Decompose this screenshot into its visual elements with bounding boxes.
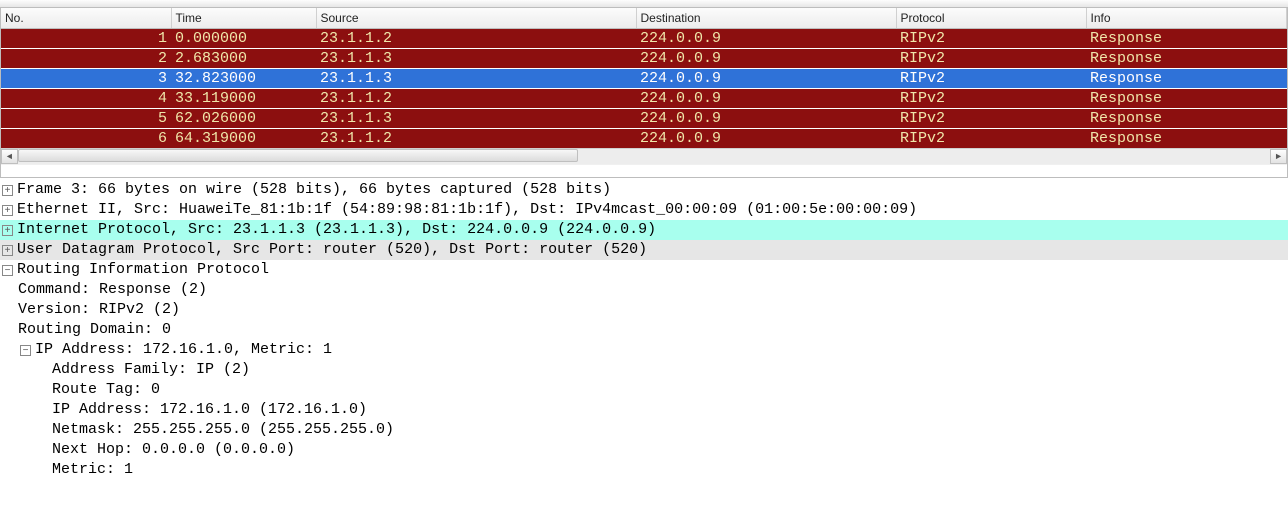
packet-protocol: RIPv2 <box>896 68 1086 88</box>
col-header-source[interactable]: Source <box>316 8 636 28</box>
rip-afi-label: Address Family: IP (2) <box>52 360 250 380</box>
packet-info: Response <box>1086 48 1287 68</box>
tree-frame[interactable]: + Frame 3: 66 bytes on wire (528 bits), … <box>0 180 1288 200</box>
packet-details-pane: + Frame 3: 66 bytes on wire (528 bits), … <box>0 178 1288 480</box>
packet-destination: 224.0.0.9 <box>636 128 896 148</box>
scroll-right-button[interactable]: ► <box>1270 149 1287 164</box>
packet-time: 64.319000 <box>171 128 316 148</box>
packet-destination: 224.0.0.9 <box>636 28 896 48</box>
rip-ip-address-label: IP Address: 172.16.1.0 (172.16.1.0) <box>52 400 367 420</box>
packet-info: Response <box>1086 128 1287 148</box>
packet-protocol: RIPv2 <box>896 108 1086 128</box>
col-header-info[interactable]: Info <box>1086 8 1287 28</box>
rip-netmask[interactable]: Netmask: 255.255.255.0 (255.255.255.0) <box>0 420 1288 440</box>
scroll-thumb[interactable] <box>18 149 578 162</box>
packet-time: 33.119000 <box>171 88 316 108</box>
packet-info: Response <box>1086 108 1287 128</box>
packet-protocol: RIPv2 <box>896 28 1086 48</box>
packet-source: 23.1.1.3 <box>316 48 636 68</box>
packet-destination: 224.0.0.9 <box>636 48 896 68</box>
rip-route-entry-label: IP Address: 172.16.1.0, Metric: 1 <box>35 340 332 360</box>
rip-nexthop-label: Next Hop: 0.0.0.0 (0.0.0.0) <box>52 440 295 460</box>
packet-row[interactable]: 22.68300023.1.1.3224.0.0.9RIPv2Response <box>1 48 1287 68</box>
packet-destination: 224.0.0.9 <box>636 68 896 88</box>
col-header-time[interactable]: Time <box>171 8 316 28</box>
rip-metric[interactable]: Metric: 1 <box>0 460 1288 480</box>
packet-info: Response <box>1086 88 1287 108</box>
expand-icon[interactable]: + <box>2 185 13 196</box>
packet-source: 23.1.1.3 <box>316 108 636 128</box>
packet-list-pane: No. Time Source Destination Protocol Inf… <box>0 8 1288 178</box>
rip-netmask-label: Netmask: 255.255.255.0 (255.255.255.0) <box>52 420 394 440</box>
tree-udp-label: User Datagram Protocol, Src Port: router… <box>17 240 647 260</box>
collapse-icon[interactable]: − <box>20 345 31 356</box>
rip-domain-label: Routing Domain: 0 <box>18 320 171 340</box>
tree-ip-label: Internet Protocol, Src: 23.1.1.3 (23.1.1… <box>17 220 656 240</box>
packet-protocol: RIPv2 <box>896 88 1086 108</box>
packet-row[interactable]: 332.82300023.1.1.3224.0.0.9RIPv2Response <box>1 68 1287 88</box>
packet-no: 4 <box>1 88 171 108</box>
col-header-protocol[interactable]: Protocol <box>896 8 1086 28</box>
packet-info: Response <box>1086 68 1287 88</box>
expand-icon[interactable]: + <box>2 225 13 236</box>
packet-source: 23.1.1.2 <box>316 88 636 108</box>
packet-row[interactable]: 10.00000023.1.1.2224.0.0.9RIPv2Response <box>1 28 1287 48</box>
rip-version-label: Version: RIPv2 (2) <box>18 300 180 320</box>
packet-no: 2 <box>1 48 171 68</box>
expand-icon[interactable]: + <box>2 205 13 216</box>
packet-header-row: No. Time Source Destination Protocol Inf… <box>1 8 1287 28</box>
col-header-destination[interactable]: Destination <box>636 8 896 28</box>
packet-destination: 224.0.0.9 <box>636 108 896 128</box>
packet-row[interactable]: 562.02600023.1.1.3224.0.0.9RIPv2Response <box>1 108 1287 128</box>
packet-no: 3 <box>1 68 171 88</box>
expand-icon[interactable]: + <box>2 245 13 256</box>
tree-udp[interactable]: + User Datagram Protocol, Src Port: rout… <box>0 240 1288 260</box>
chevron-left-icon: ◄ <box>7 152 12 162</box>
packet-time: 62.026000 <box>171 108 316 128</box>
packet-protocol: RIPv2 <box>896 128 1086 148</box>
rip-route-entry[interactable]: − IP Address: 172.16.1.0, Metric: 1 <box>0 340 1288 360</box>
rip-domain[interactable]: Routing Domain: 0 <box>0 320 1288 340</box>
rip-command[interactable]: Command: Response (2) <box>0 280 1288 300</box>
rip-metric-label: Metric: 1 <box>52 460 133 480</box>
packet-info: Response <box>1086 28 1287 48</box>
packet-row[interactable]: 664.31900023.1.1.2224.0.0.9RIPv2Response <box>1 128 1287 148</box>
col-header-no[interactable]: No. <box>1 8 171 28</box>
packet-destination: 224.0.0.9 <box>636 88 896 108</box>
packet-no: 1 <box>1 28 171 48</box>
packet-time: 0.000000 <box>171 28 316 48</box>
collapse-icon[interactable]: − <box>2 265 13 276</box>
packet-no: 6 <box>1 128 171 148</box>
rip-ip-address[interactable]: IP Address: 172.16.1.0 (172.16.1.0) <box>0 400 1288 420</box>
packet-source: 23.1.1.2 <box>316 128 636 148</box>
packet-time: 32.823000 <box>171 68 316 88</box>
rip-nexthop[interactable]: Next Hop: 0.0.0.0 (0.0.0.0) <box>0 440 1288 460</box>
tree-rip-label: Routing Information Protocol <box>17 260 269 280</box>
toolbar-stub <box>0 0 1288 8</box>
scroll-track[interactable] <box>18 149 1270 164</box>
hscrollbar[interactable]: ◄ ► <box>1 148 1287 165</box>
tree-ethernet-label: Ethernet II, Src: HuaweiTe_81:1b:1f (54:… <box>17 200 917 220</box>
rip-route-tag-label: Route Tag: 0 <box>52 380 160 400</box>
chevron-right-icon: ► <box>1276 152 1281 162</box>
packet-protocol: RIPv2 <box>896 48 1086 68</box>
rip-command-label: Command: Response (2) <box>18 280 207 300</box>
packet-source: 23.1.1.3 <box>316 68 636 88</box>
packet-no: 5 <box>1 108 171 128</box>
rip-version[interactable]: Version: RIPv2 (2) <box>0 300 1288 320</box>
rip-afi[interactable]: Address Family: IP (2) <box>0 360 1288 380</box>
packet-time: 2.683000 <box>171 48 316 68</box>
tree-frame-label: Frame 3: 66 bytes on wire (528 bits), 66… <box>17 180 611 200</box>
tree-rip[interactable]: − Routing Information Protocol <box>0 260 1288 280</box>
packet-table: No. Time Source Destination Protocol Inf… <box>1 8 1287 148</box>
tree-ip[interactable]: + Internet Protocol, Src: 23.1.1.3 (23.1… <box>0 220 1288 240</box>
tree-ethernet[interactable]: + Ethernet II, Src: HuaweiTe_81:1b:1f (5… <box>0 200 1288 220</box>
rip-route-tag[interactable]: Route Tag: 0 <box>0 380 1288 400</box>
scroll-left-button[interactable]: ◄ <box>1 149 18 164</box>
packet-source: 23.1.1.2 <box>316 28 636 48</box>
packet-row[interactable]: 433.11900023.1.1.2224.0.0.9RIPv2Response <box>1 88 1287 108</box>
